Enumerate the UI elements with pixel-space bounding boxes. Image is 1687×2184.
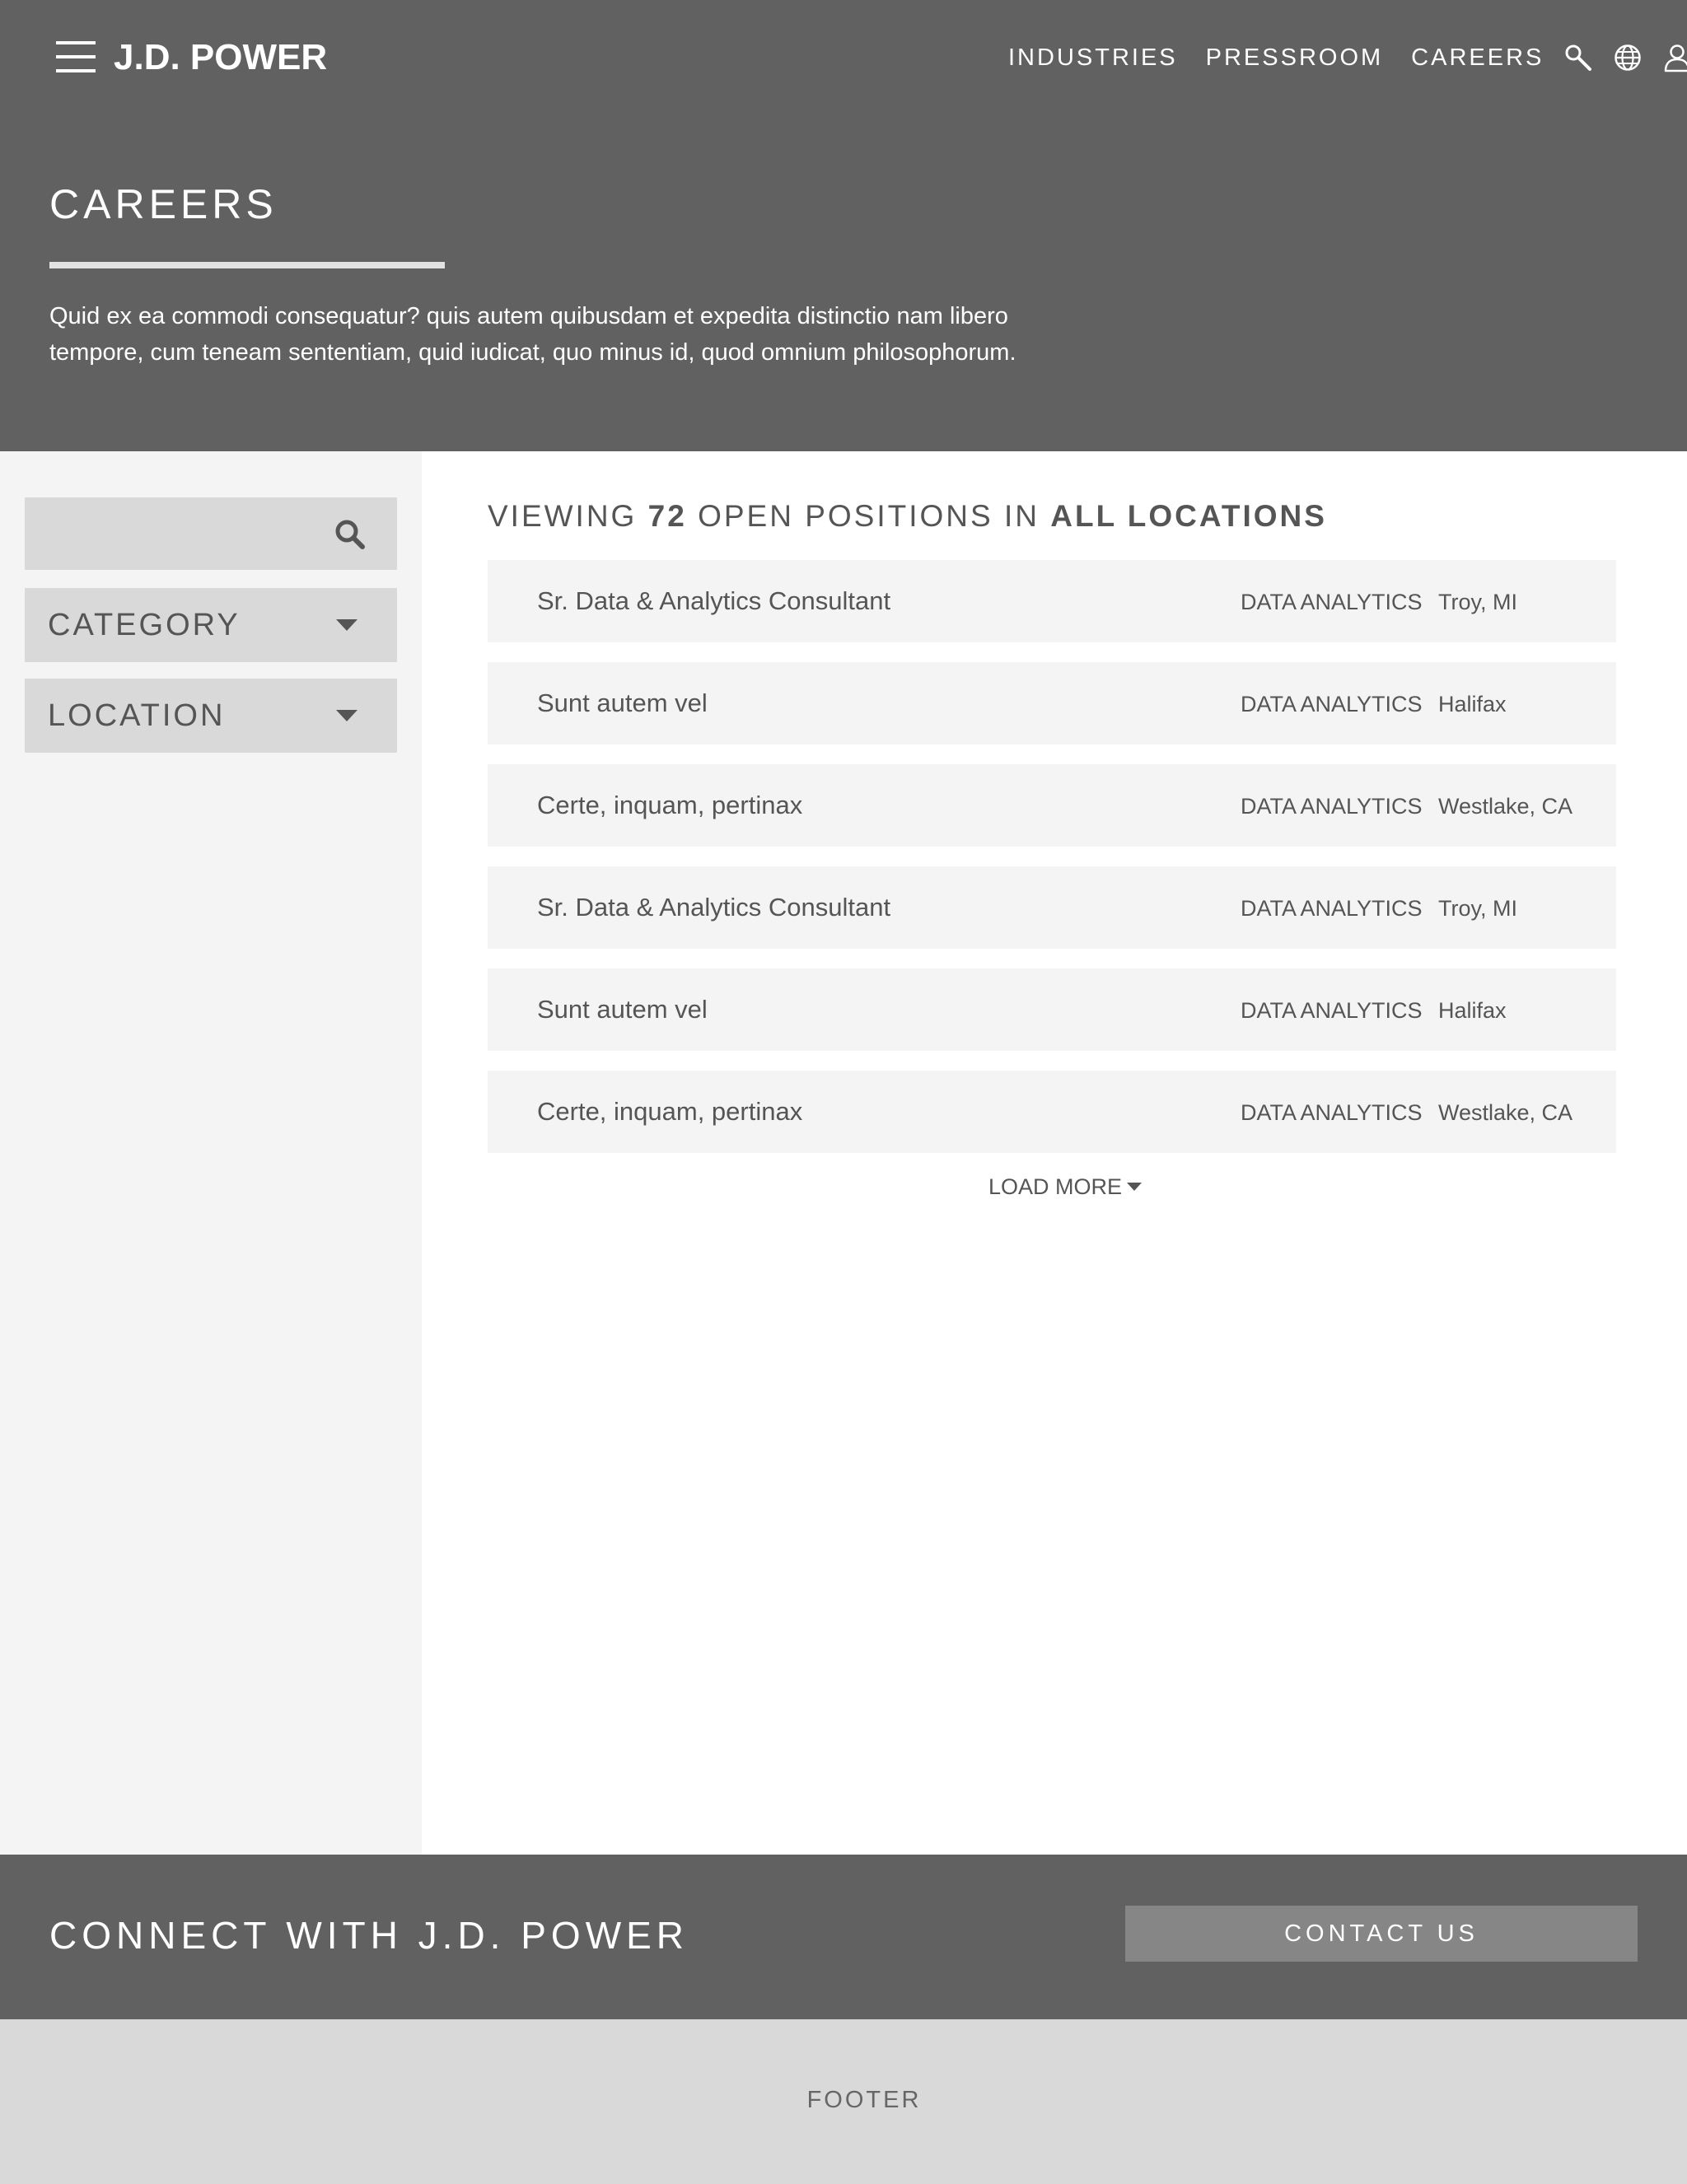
job-category: DATA ANALYTICS [1241,794,1423,819]
job-list: Sr. Data & Analytics Consultant DATA ANA… [488,560,1616,1173]
job-row[interactable]: Sunt autem vel DATA ANALYTICS Halifax [488,662,1616,744]
job-location: Westlake, CA [1438,1100,1573,1125]
search-icon[interactable] [1562,41,1595,74]
job-title[interactable]: Sunt autem vel [537,993,708,1026]
hero-header: J.D. POWER INDUSTRIES PRESSROOM CAREERS [0,0,1687,451]
job-row[interactable]: Sr. Data & Analytics Consultant DATA ANA… [488,560,1616,642]
results-count: 72 [647,499,687,533]
footer-label-wrap: FOOTER [0,2019,1687,2184]
hamburger-menu-icon[interactable] [56,41,97,72]
connect-section: CONNECT WITH J.D. POWER CONTACT US [0,1855,1687,2019]
job-location: Westlake, CA [1438,794,1573,819]
results-heading: VIEWING 72 OPEN POSITIONS IN ALL LOCATIO… [488,497,1327,535]
job-title[interactable]: Certe, inquam, pertinax [537,1095,802,1128]
location-filter-label: LOCATION [48,698,226,733]
nav-link-careers[interactable]: CAREERS [1411,44,1544,72]
job-location: Halifax [1438,692,1507,716]
nav-link-industries[interactable]: INDUSTRIES [1008,44,1178,72]
search-icon[interactable] [329,517,371,552]
job-row[interactable]: Certe, inquam, pertinax DATA ANALYTICS W… [488,764,1616,847]
page-title: CAREERS [49,181,278,227]
job-location: Troy, MI [1438,896,1517,921]
job-results: VIEWING 72 OPEN POSITIONS IN ALL LOCATIO… [422,451,1687,1855]
contact-us-button[interactable]: CONTACT US [1125,1906,1638,1962]
results-middle: OPEN POSITIONS IN [698,499,1040,533]
footer-label: FOOTER [806,2087,922,2113]
load-more-button[interactable]: LOAD MORE [988,1173,1143,1201]
site-footer: FOOTER [0,2019,1687,2184]
job-row[interactable]: Sunt autem vel DATA ANALYTICS Halifax [488,968,1616,1051]
nav-link-pressroom[interactable]: PRESSROOM [1206,44,1384,72]
chevron-down-icon [336,710,357,721]
caret-down-icon [1127,1183,1143,1191]
top-nav: INDUSTRIES PRESSROOM CAREERS [1008,41,1687,74]
site-logo[interactable]: J.D. POWER [114,36,327,79]
job-category: DATA ANALYTICS [1241,590,1423,614]
job-title[interactable]: Sr. Data & Analytics Consultant [537,891,890,924]
results-prefix: VIEWING [488,499,638,533]
location-filter-dropdown[interactable]: LOCATION [25,679,397,753]
job-title[interactable]: Sr. Data & Analytics Consultant [537,585,890,618]
job-title[interactable]: Certe, inquam, pertinax [537,789,802,822]
connect-title: CONNECT WITH J.D. POWER [49,1914,689,1957]
job-location: Halifax [1438,998,1507,1023]
globe-icon[interactable] [1611,41,1644,74]
hero-intro-text: Quid ex ea commodi consequatur? quis aut… [49,303,1016,366]
filter-sidebar: CATEGORY LOCATION [0,451,422,1855]
job-category: DATA ANALYTICS [1241,1100,1423,1125]
job-category: DATA ANALYTICS [1241,692,1423,716]
job-row[interactable]: Certe, inquam, pertinax DATA ANALYTICS W… [488,1071,1616,1153]
job-location: Troy, MI [1438,590,1517,614]
title-underline [49,262,445,268]
results-scope: ALL LOCATIONS [1050,499,1327,533]
job-title[interactable]: Sunt autem vel [537,687,708,720]
job-row[interactable]: Sr. Data & Analytics Consultant DATA ANA… [488,866,1616,949]
load-more-label: LOAD MORE [988,1174,1123,1199]
user-icon[interactable] [1661,41,1687,74]
job-category: DATA ANALYTICS [1241,998,1423,1023]
category-filter-dropdown[interactable]: CATEGORY [25,588,397,662]
chevron-down-icon [336,619,357,631]
job-category: DATA ANALYTICS [1241,896,1423,921]
category-filter-label: CATEGORY [48,608,241,642]
